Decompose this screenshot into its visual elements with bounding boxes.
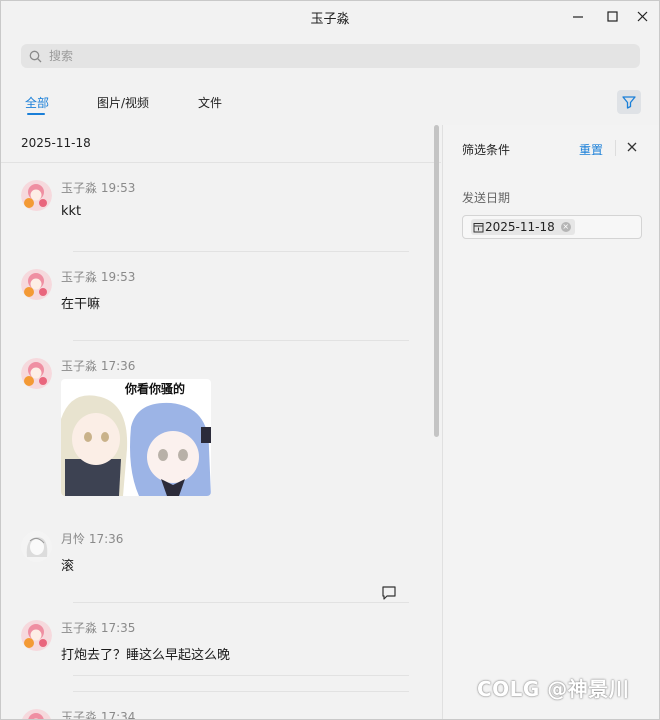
search-icon — [29, 49, 43, 63]
send-date-label: 发送日期 — [462, 191, 511, 205]
sender-name: 玉子淼 — [61, 270, 98, 284]
sticker-image[interactable]: 你看你骚的 — [61, 379, 211, 496]
divider — [615, 140, 616, 156]
search-input[interactable] — [47, 48, 611, 64]
close-window-button[interactable] — [625, 1, 659, 31]
date-chip-label: 2025-11-18 — [485, 220, 555, 234]
tab-images-videos[interactable]: 图片/视频 — [97, 94, 149, 111]
sender-name: 玉子淼 — [61, 710, 98, 720]
message-meta: 玉子淼 17:34 — [61, 708, 136, 720]
message-time: 17:35 — [100, 621, 136, 635]
title-bar: 玉子淼 — [1, 1, 659, 31]
date-group-header: 2025-11-18 — [21, 136, 91, 150]
watermark: COLG @神景川 — [477, 677, 630, 701]
message-time: 17:36 — [88, 532, 124, 546]
message-text: 滚 — [61, 559, 75, 574]
divider — [73, 340, 409, 341]
date-chip: 2025-11-18 × — [471, 219, 575, 235]
sender-name: 玉子淼 — [61, 359, 98, 373]
divider — [73, 691, 409, 692]
filter-panel-title: 筛选条件 — [462, 143, 511, 157]
sticker-caption: 你看你骚的 — [124, 381, 185, 396]
divider — [73, 675, 409, 676]
minimize-button[interactable] — [561, 1, 595, 31]
divider — [73, 602, 409, 603]
minimize-icon — [572, 15, 583, 18]
message-meta: 玉子淼 19:53 — [61, 179, 135, 196]
search-bar[interactable] — [21, 44, 640, 68]
filter-icon — [622, 96, 636, 109]
message-time: 17:34 — [100, 710, 136, 720]
tab-all[interactable]: 全部 — [25, 94, 49, 111]
message-meta: 玉子淼 17:35 — [61, 619, 135, 636]
close-icon — [637, 11, 647, 21]
active-tab-indicator — [27, 113, 45, 115]
reply-icon[interactable] — [381, 585, 397, 601]
close-panel-button[interactable] — [624, 139, 640, 155]
avatar[interactable] — [21, 269, 52, 300]
avatar[interactable] — [21, 531, 52, 562]
filter-panel: 筛选条件 重置 发送日期 2025-11-18 × — [442, 125, 659, 719]
chat-history-window: 玉子淼 全部 图片/视频 文件 2025-11-18 玉子淼 — [0, 0, 660, 720]
sender-name: 玉子淼 — [61, 621, 98, 635]
message-meta: 月怜 17:36 — [61, 530, 123, 547]
maximize-button[interactable] — [595, 1, 629, 31]
calendar-icon — [473, 222, 484, 233]
avatar[interactable] — [21, 180, 52, 211]
message-text: 在干嘛 — [61, 297, 101, 312]
message-list[interactable]: 玉子淼 19:53 kkt 玉子淼 19:53 在干嘛 玉子淼 17:36 你看… — [1, 163, 431, 720]
maximize-icon — [606, 10, 618, 22]
message-text: 打炮去了？睡这么早起这么晚 — [61, 648, 231, 663]
sender-name: 玉子淼 — [61, 181, 98, 195]
sender-name: 月怜 — [61, 532, 86, 546]
message-meta: 玉子淼 17:36 — [61, 357, 135, 374]
reset-button[interactable]: 重置 — [579, 141, 603, 158]
date-filter-field[interactable]: 2025-11-18 × — [462, 215, 642, 239]
message-text: kkt — [61, 204, 82, 219]
message-time: 19:53 — [100, 270, 136, 284]
scrollbar-thumb[interactable] — [434, 125, 439, 437]
message-time: 17:36 — [100, 359, 136, 373]
tab-files[interactable]: 文件 — [198, 94, 222, 111]
avatar[interactable] — [21, 358, 52, 389]
avatar[interactable] — [21, 620, 52, 651]
message-meta: 玉子淼 19:53 — [61, 268, 135, 285]
message-time: 19:53 — [100, 181, 136, 195]
filter-button[interactable] — [617, 90, 641, 114]
close-icon — [627, 142, 637, 152]
remove-chip-icon[interactable]: × — [560, 222, 571, 232]
avatar[interactable] — [21, 709, 52, 719]
divider — [73, 251, 409, 252]
